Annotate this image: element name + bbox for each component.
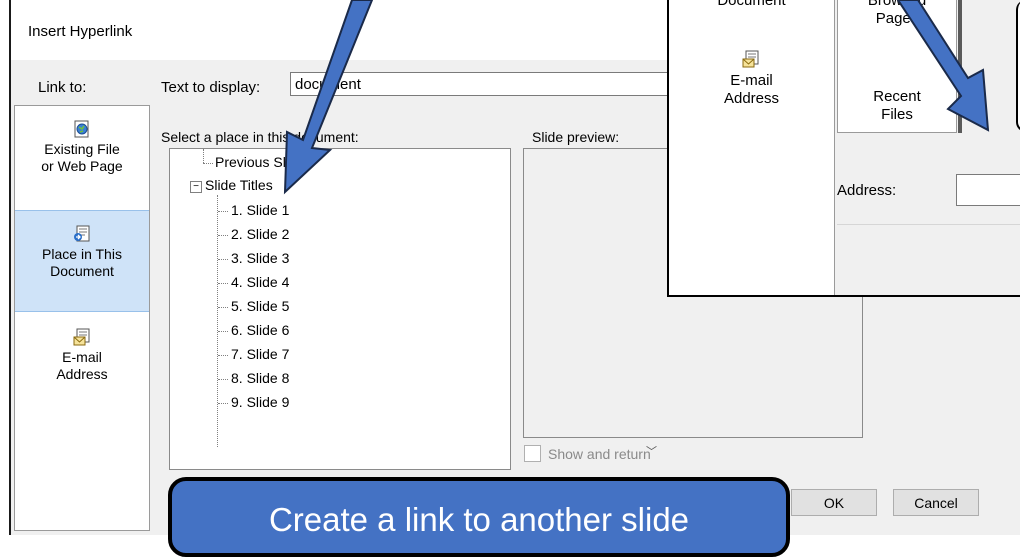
arrow-right (896, 0, 990, 132)
annotation-arrows (283, 0, 990, 195)
arrow-left (283, 0, 374, 195)
